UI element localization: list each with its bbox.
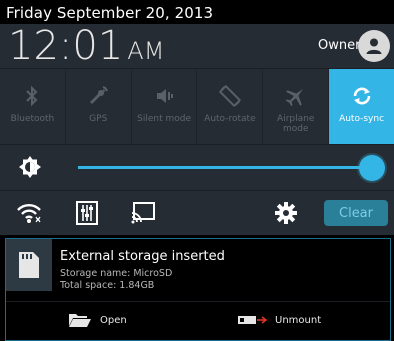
toggle-auto-sync[interactable]: Auto-sync bbox=[329, 69, 394, 145]
toggle-label: Auto-sync bbox=[339, 114, 385, 124]
notification-total-space: Total space: 1.84GB bbox=[60, 280, 155, 291]
eject-storage-icon bbox=[237, 314, 267, 326]
notification-divider bbox=[6, 301, 390, 302]
toggle-silent-mode[interactable]: Silent mode bbox=[132, 69, 198, 145]
brightness-row bbox=[0, 144, 394, 191]
user-name[interactable]: Owner bbox=[318, 38, 360, 53]
notification-title: External storage inserted bbox=[60, 249, 225, 264]
brightness-slider-thumb[interactable] bbox=[359, 155, 385, 181]
auto-rotate-icon bbox=[217, 81, 243, 111]
open-label: Open bbox=[100, 314, 127, 326]
wifi-icon[interactable] bbox=[16, 201, 42, 225]
toggle-label: Bluetooth bbox=[10, 114, 55, 124]
brightness-icon bbox=[18, 155, 42, 183]
toggle-auto-rotate[interactable]: Auto-rotate bbox=[197, 69, 264, 145]
toggle-airplane-mode[interactable]: Airplane mode bbox=[263, 69, 330, 145]
storage-notification[interactable]: External storage inserted Storage name: … bbox=[5, 238, 391, 341]
toggle-bluetooth[interactable]: Bluetooth bbox=[0, 69, 66, 145]
gps-icon bbox=[86, 81, 110, 111]
clear-button[interactable]: Clear bbox=[324, 200, 388, 226]
screen-cast-icon[interactable] bbox=[130, 201, 156, 225]
status-bar: Friday September 20, 2013 bbox=[0, 0, 394, 24]
open-button[interactable]: Open bbox=[68, 307, 127, 333]
quick-settings-toggles: Bluetooth GPS Silent mode Auto-rotate Ai… bbox=[0, 68, 394, 145]
sd-card-icon bbox=[6, 239, 52, 291]
bluetooth-icon bbox=[23, 81, 41, 111]
toggle-label: GPS bbox=[89, 114, 108, 124]
silent-mode-icon bbox=[152, 81, 176, 111]
user-icon bbox=[366, 38, 382, 54]
toggle-label: Silent mode bbox=[137, 114, 191, 124]
sync-icon bbox=[350, 81, 374, 111]
unmount-label: Unmount bbox=[275, 314, 322, 326]
brightness-slider-track[interactable] bbox=[78, 166, 372, 169]
toggle-label: Airplane mode bbox=[277, 114, 315, 134]
notification-storage-name: Storage name: MicroSD bbox=[60, 268, 173, 279]
clock-time: 12:01 bbox=[8, 23, 124, 69]
toggle-label: Auto-rotate bbox=[204, 114, 256, 124]
status-date: Friday September 20, 2013 bbox=[6, 4, 214, 22]
folder-icon bbox=[68, 312, 92, 328]
user-avatar-button[interactable] bbox=[358, 30, 390, 62]
equalizer-icon[interactable] bbox=[74, 201, 100, 225]
toggle-gps[interactable]: GPS bbox=[66, 69, 132, 145]
quick-actions-row: Clear bbox=[0, 190, 394, 235]
airplane-icon bbox=[284, 81, 308, 111]
settings-gear-icon[interactable] bbox=[273, 201, 299, 225]
clock: 12:01 AM bbox=[8, 26, 164, 71]
unmount-button[interactable]: Unmount bbox=[237, 307, 321, 333]
clock-ampm: AM bbox=[127, 37, 165, 65]
notification-header: 12:01 AM Owner bbox=[0, 24, 394, 68]
